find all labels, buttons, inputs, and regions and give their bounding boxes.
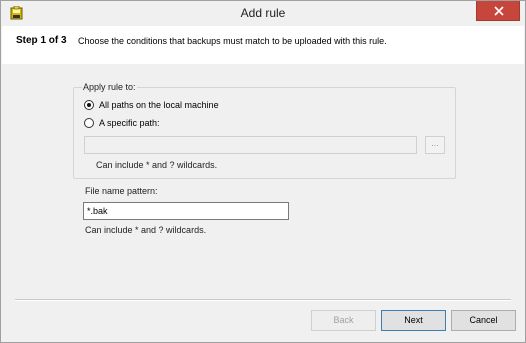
apply-rule-label: Apply rule to: xyxy=(82,82,137,92)
radio-specific-path-label[interactable]: A specific path: xyxy=(99,118,160,128)
radio-all-paths-label[interactable]: All paths on the local machine xyxy=(99,100,219,110)
path-wildcard-hint: Can include * and ? wildcards. xyxy=(96,160,218,170)
pattern-wildcard-hint: Can include * and ? wildcards. xyxy=(85,225,207,235)
specific-path-input[interactable] xyxy=(84,136,417,154)
radio-all-paths-indicator[interactable] xyxy=(84,100,94,110)
step-indicator: Step 1 of 3 xyxy=(16,35,67,46)
close-button[interactable] xyxy=(476,1,520,21)
file-name-pattern-label: File name pattern: xyxy=(85,186,158,196)
browse-path-button[interactable]: ... xyxy=(425,136,445,154)
next-button[interactable]: Next xyxy=(381,310,446,331)
wizard-header: Step 1 of 3 Choose the conditions that b… xyxy=(2,26,524,64)
radio-specific-path[interactable]: A specific path: xyxy=(84,118,160,128)
cancel-button[interactable]: Cancel xyxy=(451,310,516,331)
add-rule-dialog: Add rule Step 1 of 3 Choose the conditio… xyxy=(0,0,526,343)
radio-all-paths[interactable]: All paths on the local machine xyxy=(84,100,219,110)
footer-divider xyxy=(15,299,511,301)
apply-rule-group: Apply rule to: All paths on the local ma… xyxy=(73,82,456,179)
back-button[interactable]: Back xyxy=(311,310,376,331)
title-bar: Add rule xyxy=(1,1,525,25)
file-name-pattern-input[interactable] xyxy=(83,202,289,220)
step-description: Choose the conditions that backups must … xyxy=(78,36,387,46)
window-title: Add rule xyxy=(240,6,286,20)
radio-specific-path-indicator[interactable] xyxy=(84,118,94,128)
